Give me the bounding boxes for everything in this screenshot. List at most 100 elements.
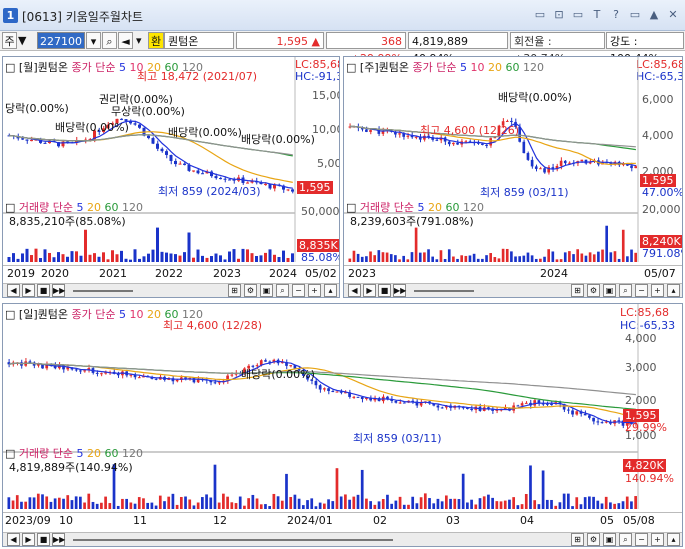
scroll-left-icon[interactable]: ◀ xyxy=(7,533,20,546)
scroll-slider[interactable] xyxy=(414,289,474,292)
gear-icon[interactable]: ⚙ xyxy=(587,533,600,546)
maximize-icon[interactable]: ▲ xyxy=(646,7,662,23)
search-icon[interactable]: ⌕ xyxy=(102,32,117,49)
window-icon[interactable]: ▣ xyxy=(260,284,273,297)
scroll-slider[interactable] xyxy=(73,538,393,541)
copy-icon[interactable]: ▭ xyxy=(570,7,586,23)
close-icon[interactable]: ✕ xyxy=(665,7,681,23)
candle-body xyxy=(169,154,173,161)
fast-forward-icon[interactable]: ▶▶ xyxy=(393,284,406,297)
scroll-left-icon[interactable]: ◀ xyxy=(348,284,361,297)
plus-icon[interactable]: + xyxy=(651,284,664,297)
volume-bar xyxy=(453,498,457,509)
menu-arrow-icon[interactable]: ▾ xyxy=(136,32,144,49)
fast-forward-icon[interactable]: ▶▶ xyxy=(52,284,65,297)
volume-bar xyxy=(431,256,434,262)
volume-bar xyxy=(276,496,280,509)
candle-body xyxy=(566,409,570,411)
volume-bar xyxy=(443,259,447,262)
scroll-slider[interactable] xyxy=(73,289,133,292)
scroll-left-icon[interactable]: ◀ xyxy=(7,284,20,297)
play-icon[interactable]: ▶ xyxy=(22,284,35,297)
chart-option-icon[interactable]: ⊞ xyxy=(571,284,584,297)
volume-bar xyxy=(381,499,385,509)
gear-icon[interactable]: ⚙ xyxy=(587,284,600,297)
help-icon[interactable]: ? xyxy=(608,7,624,23)
stop-icon[interactable]: ■ xyxy=(37,284,50,297)
text-icon[interactable]: T xyxy=(589,7,605,23)
fast-forward-icon[interactable]: ▶▶ xyxy=(52,533,65,546)
volume-bar xyxy=(259,504,263,509)
volume-bar xyxy=(617,503,621,509)
volume-bar xyxy=(407,504,410,509)
volume-bar xyxy=(592,254,596,262)
minus-icon[interactable]: − xyxy=(292,284,305,297)
volume-bar xyxy=(630,249,633,262)
expand-icon[interactable]: ▴ xyxy=(667,533,680,546)
volume-bar xyxy=(75,251,78,262)
candle-body xyxy=(264,360,267,362)
chart-option-icon[interactable]: ⊞ xyxy=(228,284,241,297)
zoom-icon[interactable]: ⌕ xyxy=(619,284,632,297)
screen-icon[interactable]: ⊡ xyxy=(551,7,567,23)
play-icon[interactable]: ▶ xyxy=(22,533,35,546)
volume-bar xyxy=(373,255,376,262)
window-icon[interactable]: ▣ xyxy=(603,284,616,297)
volume-bar xyxy=(171,493,175,509)
expand-icon[interactable]: ▴ xyxy=(667,284,680,297)
chart-option-icon[interactable]: ⊞ xyxy=(571,533,584,546)
expand-icon[interactable]: ▴ xyxy=(324,284,337,297)
candle-body xyxy=(129,374,133,376)
volume-bar xyxy=(282,250,285,262)
daily-xtick: 10 xyxy=(59,514,73,527)
stop-icon[interactable]: ■ xyxy=(378,284,391,297)
stop-icon[interactable]: ■ xyxy=(37,533,50,546)
zoom-icon[interactable]: ⌕ xyxy=(276,284,289,297)
volume-bar xyxy=(111,250,114,262)
volume-bar xyxy=(66,256,69,262)
candle-body xyxy=(314,380,318,386)
volume-bar xyxy=(167,496,171,509)
plus-icon[interactable]: + xyxy=(651,533,664,546)
volume-bar xyxy=(373,504,377,509)
volume-bar xyxy=(12,253,15,262)
volume-bar xyxy=(70,251,74,262)
volume-bar xyxy=(604,496,608,509)
zoom-icon[interactable]: ⌕ xyxy=(619,533,632,546)
volume-bar xyxy=(335,468,339,509)
minus-icon[interactable]: − xyxy=(635,533,648,546)
volume-bar xyxy=(584,255,588,262)
dropdown-icon[interactable]: ▾ xyxy=(86,32,101,49)
volume-bar xyxy=(634,252,637,262)
volume-bar xyxy=(572,254,575,262)
daily-chart-panel: □ [일]퀀텀온 종가 단순 5 10 20 60 120 LC:85,68 H… xyxy=(2,303,683,547)
candle-body xyxy=(230,374,234,376)
volume-bar xyxy=(436,498,440,509)
volume-bar xyxy=(129,259,132,262)
candle-body xyxy=(327,388,330,392)
minimize-icon[interactable]: ▭ xyxy=(627,7,643,23)
plus-icon[interactable]: + xyxy=(308,284,321,297)
volume-bar xyxy=(452,256,455,262)
period-select[interactable]: 주 xyxy=(2,32,17,49)
volume-bar xyxy=(255,498,259,509)
volume-bar xyxy=(188,499,192,509)
volume-bar xyxy=(495,501,499,509)
stock-code-input[interactable]: 227100 xyxy=(37,32,85,49)
candle-body xyxy=(634,166,637,169)
gear-icon[interactable]: ⚙ xyxy=(244,284,257,297)
speaker-icon[interactable]: ◄ xyxy=(118,32,133,49)
candle-body xyxy=(116,373,120,376)
candle-body xyxy=(550,403,553,405)
volume-bar xyxy=(264,252,267,262)
play-icon[interactable]: ▶ xyxy=(363,284,376,297)
monthly-ytick-3: 5,000 xyxy=(317,157,339,170)
daily-pct-tag: 29.99% xyxy=(625,421,667,434)
window-buttons: ▭ ⊡ ▭ T ? ▭ ▲ ✕ xyxy=(532,7,681,23)
weekly-ytick-2: 4,000 xyxy=(642,129,674,142)
link-icon[interactable]: ▭ xyxy=(532,7,548,23)
minus-icon[interactable]: − xyxy=(635,284,648,297)
chevron-down-icon[interactable]: ▼ xyxy=(18,32,30,49)
volume-bar xyxy=(516,505,520,509)
window-icon[interactable]: ▣ xyxy=(603,533,616,546)
